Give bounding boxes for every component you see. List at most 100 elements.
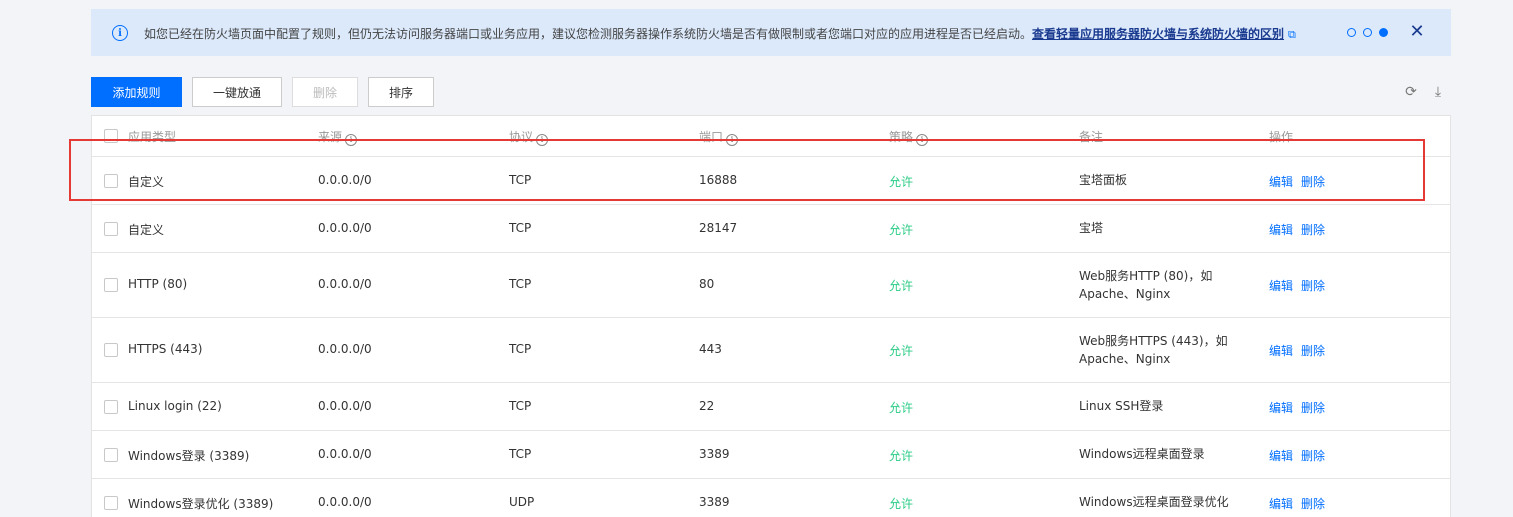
cell-type: Linux login (22) [128, 399, 222, 413]
col-port: 端口 i [699, 128, 739, 146]
cell-operation: 编辑 删除 [1269, 221, 1325, 238]
cell-note-line1: Web服务HTTP (80)，如 [1079, 269, 1213, 283]
cell-port: 80 [699, 277, 715, 291]
cell-source: 0.0.0.0/0 [318, 342, 372, 356]
cell-protocol: TCP [509, 399, 532, 413]
cell-note: Web服务HTTP (80)，如 Apache、Nginx [1079, 267, 1212, 303]
cell-source: 0.0.0.0/0 [318, 277, 372, 291]
toolbar: 添加规则 一键放通 删除 排序 [91, 77, 434, 107]
edit-link[interactable]: 编辑 [1269, 342, 1293, 359]
select-all-checkbox[interactable] [104, 129, 118, 143]
cell-operation: 编辑 删除 [1269, 399, 1325, 416]
row-checkbox[interactable] [104, 400, 118, 414]
row-checkbox[interactable] [104, 278, 118, 292]
table-row: 自定义 0.0.0.0/0 TCP 16888 允许 宝塔面板 编辑 删除 [92, 157, 1450, 205]
refresh-icon[interactable]: ⟳ [1403, 84, 1419, 100]
carousel-dot-1[interactable] [1347, 28, 1356, 37]
download-icon[interactable]: ⤓ [1430, 84, 1446, 100]
cell-type: HTTPS (443) [128, 342, 203, 356]
table-row: Windows登录优化 (3389) 0.0.0.0/0 UDP 3389 允许… [92, 479, 1450, 517]
cell-source: 0.0.0.0/0 [318, 399, 372, 413]
col-note: 备注 [1079, 130, 1104, 144]
table-header: 应用类型 来源 i 协议 i 端口 i 策略 i 备注 操作 [92, 116, 1450, 157]
cell-port: 443 [699, 342, 722, 356]
cell-operation: 编辑 删除 [1269, 447, 1325, 464]
notice-text: 如您已经在防火墙页面中配置了规则，但仍无法访问服务器端口或业务应用，建议您检测服… [144, 27, 1033, 41]
notice-link[interactable]: 查看轻量应用服务器防火墙与系统防火墙的区别 [1032, 27, 1284, 41]
edit-link[interactable]: 编辑 [1269, 277, 1293, 294]
cell-port: 28147 [699, 221, 738, 235]
external-link-icon[interactable]: ⧉ [1288, 28, 1296, 42]
delete-link[interactable]: 删除 [1301, 495, 1325, 512]
table-row: HTTP (80) 0.0.0.0/0 TCP 80 允许 Web服务HTTP … [92, 253, 1450, 318]
cell-policy: 允许 [889, 497, 914, 511]
delete-link[interactable]: 删除 [1301, 173, 1325, 190]
row-checkbox[interactable] [104, 448, 118, 462]
question-icon[interactable]: i [916, 134, 929, 146]
col-protocol: 协议 i [509, 128, 549, 146]
cell-protocol: TCP [509, 221, 532, 235]
edit-link[interactable]: 编辑 [1269, 173, 1293, 190]
cell-type: HTTP (80) [128, 277, 188, 291]
one-click-open-button[interactable]: 一键放通 [192, 77, 282, 107]
cell-note-line2: Apache、Nginx [1079, 287, 1171, 301]
delete-link[interactable]: 删除 [1301, 447, 1325, 464]
cell-type: Windows登录 (3389) [128, 449, 250, 463]
cell-policy: 允许 [889, 279, 914, 293]
cell-note: Windows远程桌面登录 [1079, 447, 1205, 461]
col-source-label: 来源 [318, 130, 343, 144]
col-source: 来源 i [318, 128, 358, 146]
table-row: 自定义 0.0.0.0/0 TCP 28147 允许 宝塔 编辑 删除 [92, 205, 1450, 253]
sort-button[interactable]: 排序 [368, 77, 434, 107]
cell-operation: 编辑 删除 [1269, 342, 1325, 359]
cell-note: 宝塔面板 [1079, 173, 1128, 187]
cell-type: Windows登录优化 (3389) [128, 497, 274, 511]
cell-note-line1: Web服务HTTPS (443)，如 [1079, 334, 1228, 348]
question-icon[interactable]: i [726, 134, 739, 146]
cell-port: 3389 [699, 447, 730, 461]
col-operation: 操作 [1269, 130, 1294, 144]
cell-policy: 允许 [889, 175, 914, 189]
col-type: 应用类型 [128, 130, 177, 144]
add-rule-button[interactable]: 添加规则 [91, 77, 182, 107]
cell-note-line2: Apache、Nginx [1079, 352, 1171, 366]
delete-link[interactable]: 删除 [1301, 399, 1325, 416]
edit-link[interactable]: 编辑 [1269, 447, 1293, 464]
notice-message: 如您已经在防火墙页面中配置了规则，但仍无法访问服务器端口或业务应用，建议您检测服… [144, 25, 1296, 42]
cell-note: Windows远程桌面登录优化 [1079, 495, 1229, 509]
row-checkbox[interactable] [104, 343, 118, 357]
row-checkbox[interactable] [104, 174, 118, 188]
close-icon[interactable]: ✕ [1409, 22, 1425, 42]
delete-button[interactable]: 删除 [292, 77, 358, 107]
cell-note: 宝塔 [1079, 221, 1104, 235]
cell-port: 3389 [699, 495, 730, 509]
firewall-rules-table: 应用类型 来源 i 协议 i 端口 i 策略 i 备注 操作 自定义 0.0.0.0/0… [91, 115, 1451, 517]
cell-protocol: TCP [509, 173, 532, 187]
cell-source: 0.0.0.0/0 [318, 221, 372, 235]
cell-source: 0.0.0.0/0 [318, 447, 372, 461]
col-policy: 策略 i [889, 128, 929, 146]
delete-link[interactable]: 删除 [1301, 277, 1325, 294]
col-port-label: 端口 [699, 130, 724, 144]
table-row: Linux login (22) 0.0.0.0/0 TCP 22 允许 Lin… [92, 383, 1450, 431]
delete-link[interactable]: 删除 [1301, 221, 1325, 238]
carousel-dot-3[interactable] [1379, 28, 1388, 37]
question-icon[interactable]: i [536, 134, 549, 146]
cell-source: 0.0.0.0/0 [318, 495, 372, 509]
cell-protocol: TCP [509, 277, 532, 291]
row-checkbox[interactable] [104, 496, 118, 510]
cell-protocol: TCP [509, 342, 532, 356]
table-row: Windows登录 (3389) 0.0.0.0/0 TCP 3389 允许 W… [92, 431, 1450, 479]
carousel-dots [1347, 28, 1388, 37]
delete-link[interactable]: 删除 [1301, 342, 1325, 359]
cell-protocol: TCP [509, 447, 532, 461]
edit-link[interactable]: 编辑 [1269, 221, 1293, 238]
edit-link[interactable]: 编辑 [1269, 399, 1293, 416]
cell-policy: 允许 [889, 449, 914, 463]
question-icon[interactable]: i [345, 134, 358, 146]
table-row: HTTPS (443) 0.0.0.0/0 TCP 443 允许 Web服务HT… [92, 318, 1450, 383]
carousel-dot-2[interactable] [1363, 28, 1372, 37]
edit-link[interactable]: 编辑 [1269, 495, 1293, 512]
row-checkbox[interactable] [104, 222, 118, 236]
table-tools: ⟳ ⤓ [1403, 84, 1446, 100]
